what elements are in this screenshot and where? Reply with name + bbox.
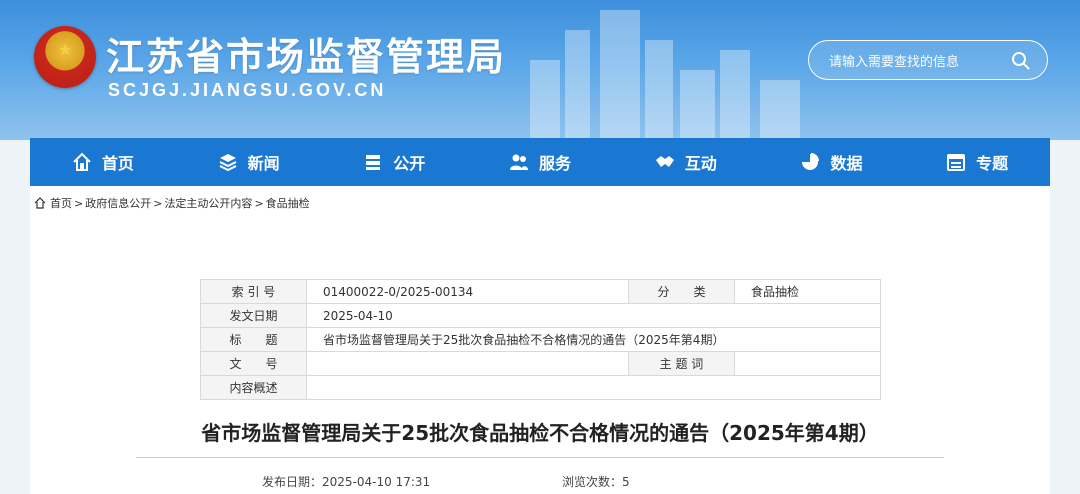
- nav-item-label: 专题: [976, 154, 1009, 173]
- users-icon: [510, 154, 528, 170]
- site-domain: SCJGJ.JIANGSU.GOV.CN: [108, 80, 387, 100]
- stack-icon: [366, 155, 381, 170]
- views-label: 浏览次数：: [562, 475, 623, 489]
- view-count: 浏览次数：5: [562, 473, 630, 490]
- document-meta-table: 索 引 号 01400022-0/2025-00134 分 类 食品抽检 发文日…: [200, 279, 881, 400]
- nav-item-data[interactable]: 数据: [759, 138, 905, 186]
- date-label: 发文日期: [200, 303, 307, 328]
- breadcrumb-separator: >: [254, 196, 264, 210]
- table-row: 发文日期 2025-04-10: [200, 303, 881, 328]
- breadcrumb-link-home[interactable]: 首页: [50, 195, 72, 211]
- table-row: 标 题 省市场监督管理局关于25批次食品抽检不合格情况的通告（2025年第4期）: [200, 327, 881, 352]
- nav-item-label: 新闻: [247, 154, 280, 173]
- breadcrumb-separator: >: [153, 196, 163, 210]
- date-value: 2025-04-10: [306, 303, 881, 328]
- summary-label: 内容概述: [200, 375, 307, 400]
- nav-item-home[interactable]: 首页: [30, 138, 176, 186]
- breadcrumb-link-gov-info[interactable]: 政府信息公开: [85, 195, 151, 211]
- nav-item-interact[interactable]: 互动: [613, 138, 759, 186]
- nav-item-label: 服务: [539, 154, 572, 173]
- category-label: 分 类: [628, 279, 735, 304]
- nav-item-topic[interactable]: 专题: [904, 138, 1050, 186]
- nav-item-news[interactable]: 新闻: [176, 138, 322, 186]
- search-icon[interactable]: [1011, 51, 1031, 71]
- star-icon: ★: [57, 42, 73, 59]
- table-row: 内容概述: [200, 375, 881, 400]
- search-box[interactable]: [808, 40, 1048, 80]
- main-nav: 首页 新闻 公开 服务 互动 数据 专题: [30, 138, 1050, 186]
- breadcrumb-separator: >: [74, 196, 84, 210]
- calendar-icon: [947, 154, 966, 171]
- views-value: 5: [622, 475, 630, 489]
- nav-item-label: 首页: [101, 154, 134, 173]
- nav-item-label: 公开: [393, 154, 426, 173]
- index-label: 索 引 号: [200, 279, 307, 304]
- docno-label: 文 号: [200, 351, 307, 376]
- nav-item-public[interactable]: 公开: [321, 138, 467, 186]
- home-icon: [73, 152, 91, 171]
- main-content: 首页 > 政府信息公开 > 法定主动公开内容 > 食品抽检 索 引 号 01400022-0…: [30, 186, 1050, 494]
- site-title[interactable]: 江苏省市场监督管理局: [106, 26, 506, 81]
- article-title: 省市场监督管理局关于25批次食品抽检不合格情况的通告（2025年第4期）: [201, 421, 879, 445]
- nav-item-label: 数据: [830, 154, 863, 173]
- national-emblem-logo: ★: [34, 26, 96, 88]
- keywords-value: [734, 351, 881, 376]
- keywords-label: 主 题 词: [628, 351, 735, 376]
- layers-icon: [219, 154, 237, 172]
- pie-chart-icon: [802, 153, 820, 170]
- handshake-icon: [655, 156, 674, 167]
- site-header: ★ 江苏省市场监督管理局 SCJGJ.JIANGSU.GOV.CN: [0, 0, 1080, 140]
- breadcrumb-link-food-inspection[interactable]: 食品抽检: [266, 195, 310, 211]
- publish-date: 发布日期：2025-04-10 17:31: [262, 473, 430, 490]
- breadcrumb-link-statutory[interactable]: 法定主动公开内容: [164, 195, 252, 211]
- table-row: 文 号 主 题 词: [200, 351, 881, 376]
- category-value: 食品抽检: [734, 279, 881, 304]
- skyline-graphic: [530, 10, 800, 140]
- title-label: 标 题: [200, 327, 307, 352]
- table-row: 索 引 号 01400022-0/2025-00134 分 类 食品抽检: [200, 279, 881, 304]
- breadcrumb: 首页 > 政府信息公开 > 法定主动公开内容 > 食品抽检: [34, 195, 311, 211]
- home-icon: [34, 197, 46, 209]
- nav-item-label: 互动: [684, 154, 717, 173]
- summary-value: [306, 375, 881, 400]
- index-value: 01400022-0/2025-00134: [306, 279, 629, 304]
- publish-label: 发布日期：: [262, 475, 323, 489]
- nav-item-service[interactable]: 服务: [467, 138, 613, 186]
- search-input[interactable]: [827, 51, 1001, 73]
- title-value: 省市场监督管理局关于25批次食品抽检不合格情况的通告（2025年第4期）: [306, 327, 881, 352]
- publish-value: 2025-04-10 17:31: [322, 475, 431, 489]
- divider: [136, 457, 944, 458]
- docno-value: [306, 351, 629, 376]
